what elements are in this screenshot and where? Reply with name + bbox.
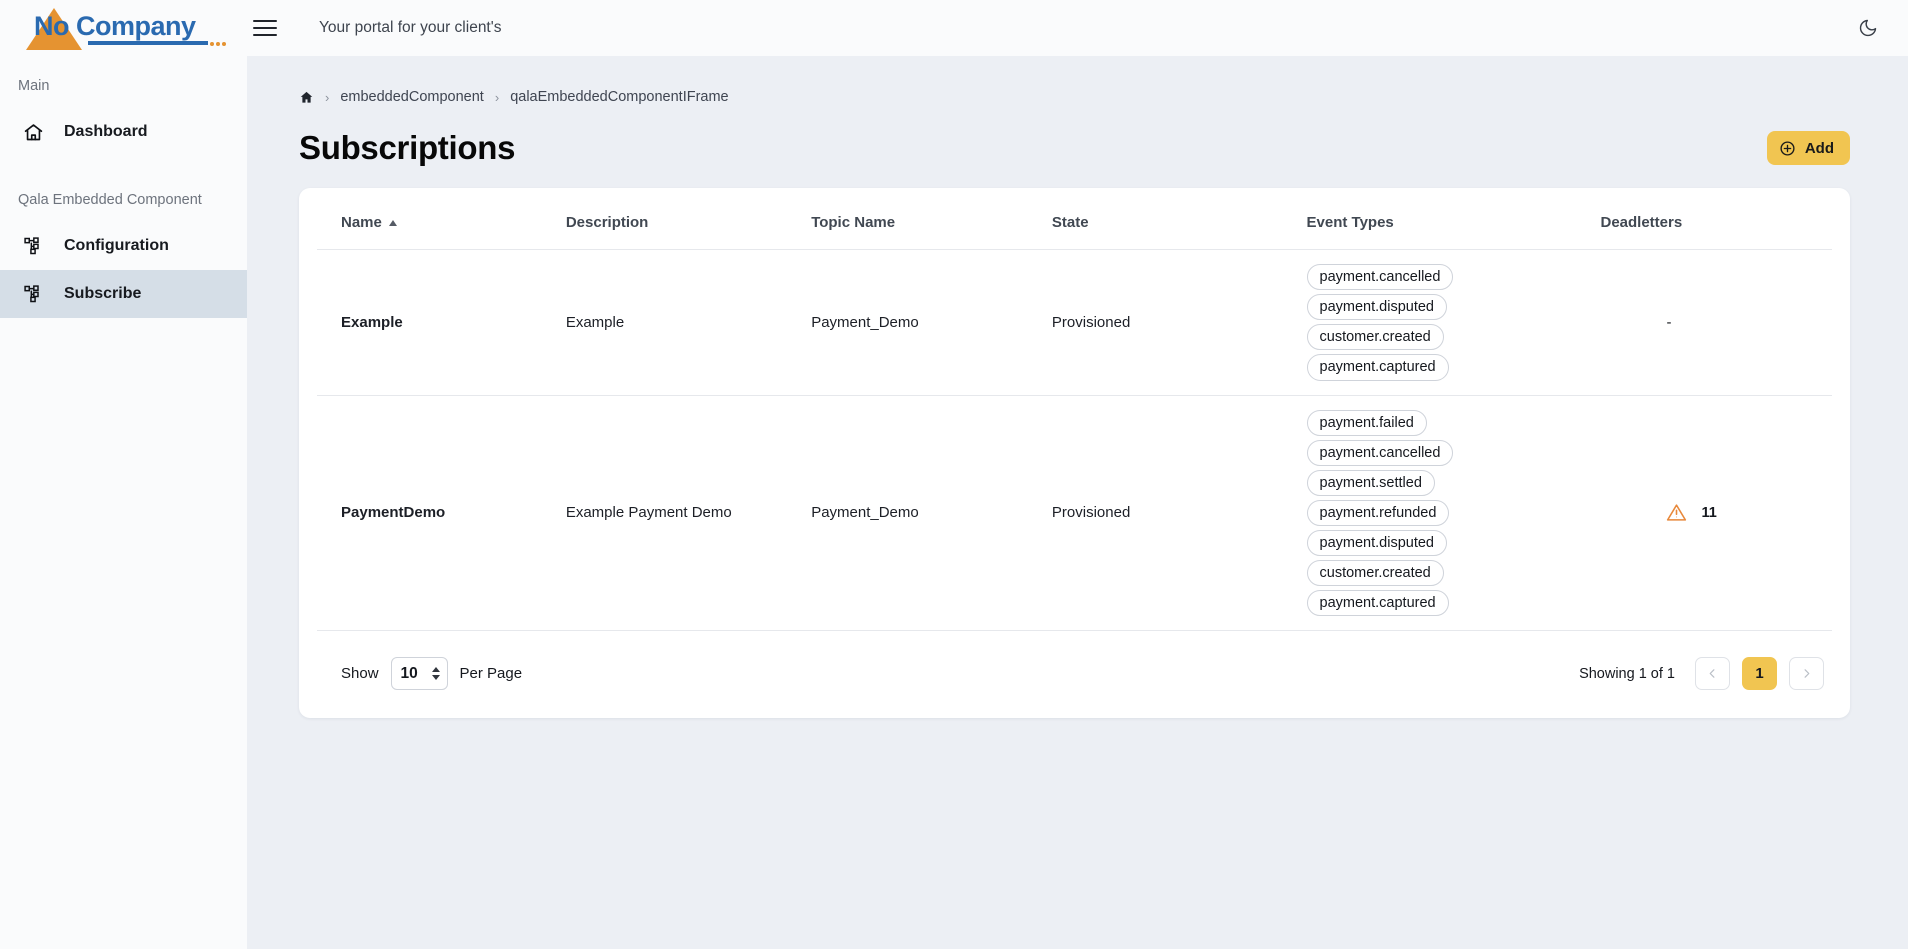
subscriptions-table: Name Description Topic Name State Event …	[317, 188, 1832, 631]
home-icon	[22, 121, 44, 143]
event-type-chip: payment.captured	[1307, 590, 1449, 616]
cell-state: Provisioned	[1052, 395, 1307, 631]
event-type-chip: payment.settled	[1307, 470, 1435, 496]
hamburger-icon[interactable]	[253, 13, 283, 43]
breadcrumb-item-embeddedcomponent[interactable]: embeddedComponent	[340, 89, 484, 105]
sidebar-item-dashboard[interactable]: Dashboard	[0, 108, 247, 156]
page-header: Subscriptions Add	[247, 105, 1908, 167]
per-page-label: Per Page	[460, 665, 523, 682]
cell-state: Provisioned	[1052, 250, 1307, 396]
event-type-chip: payment.disputed	[1307, 294, 1447, 320]
app-logo[interactable]: No Company	[26, 6, 196, 50]
event-type-chip: payment.cancelled	[1307, 440, 1454, 466]
event-type-chip: payment.refunded	[1307, 500, 1450, 526]
page-size-value: 10	[401, 665, 418, 683]
logo-zone: No Company	[0, 0, 247, 56]
deadletters-value[interactable]: 11	[1600, 502, 1832, 523]
add-button-label: Add	[1805, 140, 1834, 157]
column-header-event-types[interactable]: Event Types	[1307, 188, 1601, 250]
top-bar: No Company Your portal for your client's	[0, 0, 1908, 56]
stepper-arrows-icon	[432, 667, 440, 680]
sitemap-icon	[22, 235, 44, 257]
breadcrumb-item-qalaembeddedcomponentiframe[interactable]: qalaEmbeddedComponentIFrame	[510, 89, 728, 105]
pagination: Showing 1 of 1 1	[1579, 657, 1824, 690]
column-header-label: Name	[341, 214, 382, 231]
sidebar-section-label-main: Main	[0, 78, 247, 94]
plus-circle-icon	[1779, 140, 1796, 157]
event-type-chip: payment.failed	[1307, 410, 1427, 436]
column-header-description[interactable]: Description	[566, 188, 811, 250]
add-button[interactable]: Add	[1767, 131, 1850, 165]
column-header-name[interactable]: Name	[317, 188, 566, 250]
main-content: › embeddedComponent › qalaEmbeddedCompon…	[247, 56, 1908, 949]
event-type-chip-list: payment.failed payment.cancelled payment…	[1307, 410, 1601, 617]
cell-description: Example	[566, 250, 811, 396]
cell-topic-name: Payment_Demo	[811, 250, 1052, 396]
event-type-chip: payment.disputed	[1307, 530, 1447, 556]
breadcrumb-separator: ›	[495, 90, 499, 105]
sitemap-icon	[22, 283, 44, 305]
page-size-stepper[interactable]: 10	[391, 657, 448, 690]
home-icon[interactable]	[299, 90, 314, 105]
event-type-chip-list: payment.cancelled payment.disputed custo…	[1307, 264, 1601, 381]
table-row[interactable]: Example Example Payment_Demo Provisioned…	[317, 250, 1832, 396]
column-header-state[interactable]: State	[1052, 188, 1307, 250]
event-type-chip: customer.created	[1307, 560, 1444, 586]
table-row[interactable]: PaymentDemo Example Payment Demo Payment…	[317, 395, 1832, 631]
breadcrumb-separator: ›	[325, 90, 329, 105]
showing-text: Showing 1 of 1	[1579, 666, 1675, 682]
column-header-deadletters[interactable]: Deadletters	[1600, 188, 1832, 250]
event-type-chip: customer.created	[1307, 324, 1444, 350]
cell-deadletters: -	[1600, 250, 1832, 396]
table-head: Name Description Topic Name State Event …	[317, 188, 1832, 250]
column-header-topic-name[interactable]: Topic Name	[811, 188, 1052, 250]
logo-dots	[210, 42, 226, 46]
page-button-1[interactable]: 1	[1742, 657, 1777, 690]
event-type-chip: payment.cancelled	[1307, 264, 1454, 290]
deadletters-empty: -	[1600, 314, 1832, 331]
sidebar: Main Dashboard Qala Embedded Component C…	[0, 56, 247, 949]
sidebar-section-label-qala: Qala Embedded Component	[0, 192, 247, 208]
sidebar-item-subscribe[interactable]: Subscribe	[0, 270, 247, 318]
cell-name: PaymentDemo	[317, 395, 566, 631]
cell-name: Example	[317, 250, 566, 396]
table-body: Example Example Payment_Demo Provisioned…	[317, 250, 1832, 631]
sidebar-item-label: Dashboard	[64, 123, 148, 141]
table-header-row: Name Description Topic Name State Event …	[317, 188, 1832, 250]
portal-title: Your portal for your client's	[319, 19, 501, 37]
sidebar-item-label: Subscribe	[64, 285, 141, 303]
table-footer: Show 10 Per Page Showing 1 of 1 1	[317, 631, 1832, 718]
cell-description: Example Payment Demo	[566, 395, 811, 631]
logo-underline	[88, 41, 208, 45]
next-page-button[interactable]	[1789, 657, 1824, 690]
breadcrumb: › embeddedComponent › qalaEmbeddedCompon…	[247, 56, 1908, 105]
cell-deadletters: 11	[1600, 395, 1832, 631]
cell-event-types: payment.cancelled payment.disputed custo…	[1307, 250, 1601, 396]
warning-triangle-icon	[1666, 502, 1687, 523]
sort-asc-icon	[389, 220, 397, 226]
deadletters-count: 11	[1701, 505, 1716, 521]
sidebar-item-configuration[interactable]: Configuration	[0, 222, 247, 270]
event-type-chip: payment.captured	[1307, 354, 1449, 380]
cell-topic-name: Payment_Demo	[811, 395, 1052, 631]
show-label: Show	[341, 665, 379, 682]
subscriptions-card: Name Description Topic Name State Event …	[299, 188, 1850, 718]
page-title: Subscriptions	[299, 129, 515, 167]
cell-event-types: payment.failed payment.cancelled payment…	[1307, 395, 1601, 631]
moon-icon[interactable]	[1854, 14, 1882, 42]
sidebar-item-label: Configuration	[64, 237, 169, 255]
prev-page-button[interactable]	[1695, 657, 1730, 690]
page-size-group: Show 10 Per Page	[341, 657, 522, 690]
